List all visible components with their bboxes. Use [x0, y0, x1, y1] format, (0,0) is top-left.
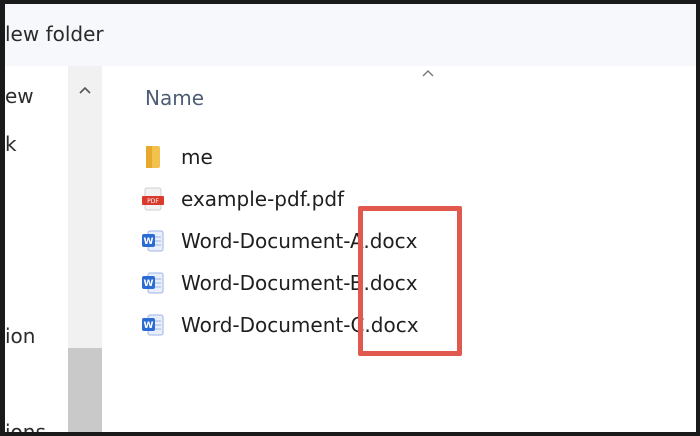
file-name: me — [181, 145, 213, 169]
word-document-icon: W — [139, 227, 167, 255]
highlight-box — [358, 206, 462, 356]
list-item-pdf[interactable]: PDF example-pdf.pdf — [139, 182, 344, 216]
file-name: example-pdf.pdf — [181, 187, 345, 211]
word-document-icon: W — [139, 311, 167, 339]
list-item-folder[interactable]: me — [139, 140, 213, 174]
nav-item-options[interactable]: ion — [5, 324, 35, 348]
svg-text:W: W — [144, 279, 154, 289]
navigation-pane: ew k ion ions — [5, 66, 109, 432]
svg-text:W: W — [144, 237, 154, 247]
pdf-file-icon: PDF — [139, 185, 167, 213]
column-header-name[interactable]: Name — [145, 86, 204, 110]
sort-ascending-icon — [422, 70, 434, 77]
file-explorer-window: lew folder ew k ion ions Name me PDF exa… — [0, 0, 700, 436]
command-bar: lew folder — [5, 4, 696, 67]
nav-scroll-thumb[interactable] — [68, 348, 102, 432]
word-document-icon: W — [139, 269, 167, 297]
nav-item-partial[interactable]: k — [5, 132, 17, 156]
nav-item-view[interactable]: ew — [5, 84, 34, 108]
svg-text:PDF: PDF — [147, 198, 159, 205]
svg-text:W: W — [144, 321, 154, 331]
folder-icon — [139, 143, 167, 171]
nav-item-options-2[interactable]: ions — [5, 420, 46, 432]
scroll-up-arrow-icon[interactable] — [75, 80, 95, 100]
new-folder-button[interactable]: lew folder — [5, 22, 104, 46]
